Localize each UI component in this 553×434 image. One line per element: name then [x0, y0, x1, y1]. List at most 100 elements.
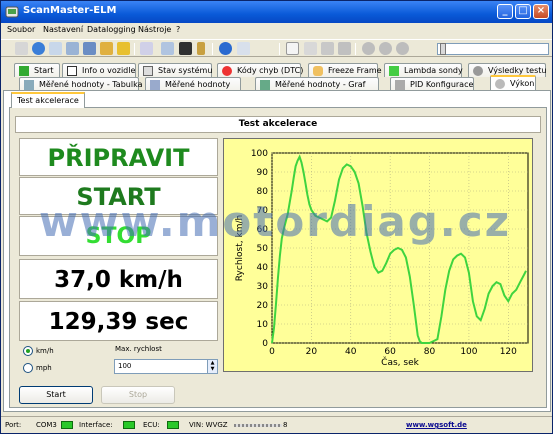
- menu-nastaveni[interactable]: Nastavení: [43, 25, 83, 34]
- speedometer-icon: [495, 79, 505, 89]
- x-tick-label: 80: [424, 347, 436, 357]
- y-tick-label: 100: [251, 149, 268, 159]
- gauge-icon: [150, 80, 160, 90]
- stop-tool-icon[interactable]: [396, 42, 409, 55]
- info-tool-icon[interactable]: [219, 42, 232, 55]
- tab-start[interactable]: Start: [14, 63, 60, 77]
- battery-icon[interactable]: [197, 42, 205, 55]
- y-tick-label: 30: [257, 282, 269, 292]
- section-title: Test akcelerace: [15, 116, 541, 133]
- menu-nastroje[interactable]: Nástroje: [138, 25, 171, 34]
- close-button[interactable]: ×: [533, 4, 549, 19]
- spin-buttons[interactable]: ▲ ▼: [207, 360, 217, 373]
- info-icon: [67, 66, 77, 76]
- vin-redacted: [234, 424, 282, 427]
- toolbar-separator: [134, 43, 135, 55]
- play-icon[interactable]: [362, 42, 375, 55]
- toolbar: [1, 39, 552, 57]
- y-tick-label: 20: [257, 301, 269, 311]
- interface-status-led: [123, 421, 135, 429]
- window-icon[interactable]: [49, 42, 62, 55]
- monitor-icon[interactable]: [179, 42, 192, 55]
- port-status-led: [61, 421, 73, 429]
- y-tick-label: 40: [257, 263, 269, 273]
- ecu-label: ECU:: [143, 421, 160, 429]
- tab-merene-hodnoty-graf[interactable]: Měřené hodnoty - Graf: [255, 77, 379, 91]
- document-tool-icon[interactable]: [237, 42, 250, 55]
- prepare-indicator: PŘIPRAVIT: [19, 138, 218, 176]
- hand-icon: [313, 66, 323, 76]
- chat-icon[interactable]: [161, 42, 174, 55]
- menu-datalogging[interactable]: Datalogging: [87, 25, 136, 34]
- table-icon: [24, 80, 34, 90]
- tab-kody-chyb[interactable]: Kódy chyb (DTC): [217, 63, 304, 77]
- table-tool-icon[interactable]: [83, 42, 96, 55]
- x-tick-label: 120: [500, 347, 517, 357]
- clipboard-icon: [143, 66, 153, 76]
- radio-selected-dot: [26, 349, 30, 353]
- y-tick-label: 90: [257, 168, 269, 178]
- unit-mph-radio[interactable]: [23, 363, 33, 373]
- subtab-test-akcelerace[interactable]: Test akcelerace: [11, 92, 85, 108]
- tab-label: Start: [34, 66, 54, 75]
- x-tick-label: 100: [460, 347, 477, 357]
- menu-help[interactable]: ?: [176, 25, 180, 34]
- ecu-status-led: [167, 421, 179, 429]
- speed-chart: 0 10 20 30 40 50 60 70 80 90 100 0 20 40 60 80 100 120 Čas…: [223, 138, 533, 372]
- website-link[interactable]: www.wgsoft.de: [406, 421, 467, 429]
- stop-button[interactable]: Stop: [101, 386, 175, 404]
- app-window: ScanMaster-ELM _ □ × Soubor Nastavení Da…: [0, 0, 553, 434]
- connect-icon[interactable]: [15, 42, 28, 55]
- tab-label: Měřené hodnoty - Tabulka: [39, 80, 143, 89]
- tab-pid-konfigurace[interactable]: PID Konfigurace: [390, 77, 474, 91]
- max-speed-label: Max. rychlost: [115, 345, 162, 353]
- tab-freeze-frame[interactable]: Freeze Frame: [308, 63, 382, 77]
- window-title: ScanMaster-ELM: [23, 5, 117, 16]
- x-tick-label: 40: [345, 347, 357, 357]
- x-axis-label: Čas, sek: [381, 356, 419, 368]
- tab-vykon[interactable]: Výkon: [490, 75, 536, 91]
- tab-label: Výkon: [510, 79, 535, 88]
- max-speed-value: 100: [118, 362, 132, 370]
- tab-label: Kódy chyb (DTC): [237, 66, 304, 75]
- unit-kmh-label: km/h: [36, 347, 54, 355]
- config-icon: [395, 80, 405, 90]
- max-speed-input[interactable]: 100 ▲ ▼: [114, 359, 218, 374]
- start-button[interactable]: Start: [19, 386, 93, 404]
- money-icon[interactable]: [117, 42, 130, 55]
- interface-label: Interface:: [79, 421, 113, 429]
- toolbar-separator: [212, 43, 213, 55]
- new-file-icon[interactable]: [286, 42, 299, 55]
- watermark-text: www.motordiag.cz: [39, 197, 512, 246]
- minimize-button[interactable]: _: [497, 4, 513, 19]
- playback-slider[interactable]: [437, 43, 549, 55]
- globe-icon[interactable]: [32, 42, 45, 55]
- unit-mph-label: mph: [36, 364, 52, 372]
- tab-label: Stav systému: [158, 66, 213, 75]
- port-value: COM3: [36, 421, 57, 429]
- time-readout: 129,39 sec: [19, 301, 218, 341]
- grid-icon[interactable]: [66, 42, 79, 55]
- record-icon[interactable]: [379, 42, 392, 55]
- sensor-icon: [389, 66, 399, 76]
- tab-label: Výsledky testu: [488, 66, 547, 75]
- menu-soubor[interactable]: Soubor: [7, 25, 35, 34]
- tab-lambda-sondy[interactable]: Lambda sondy: [384, 63, 463, 77]
- clipboard-tool-icon[interactable]: [140, 42, 153, 55]
- unit-kmh-radio[interactable]: [23, 346, 33, 356]
- tab-merene-hodnoty-tabulka[interactable]: Měřené hodnoty - Tabulka: [19, 77, 143, 91]
- tab-merene-hodnoty[interactable]: Měřené hodnoty: [145, 77, 241, 91]
- tab-label: Freeze Frame: [328, 66, 382, 75]
- maximize-button[interactable]: □: [515, 4, 531, 19]
- slider-knob[interactable]: [440, 43, 446, 55]
- print-icon[interactable]: [338, 42, 351, 55]
- tab-stav-systemu[interactable]: Stav systému: [138, 63, 212, 77]
- open-file-icon[interactable]: [304, 42, 317, 55]
- title-bar[interactable]: ScanMaster-ELM _ □ ×: [1, 1, 552, 23]
- chart-tool-icon[interactable]: [100, 42, 113, 55]
- chart-icon: [260, 80, 270, 90]
- port-label: Port:: [5, 421, 22, 429]
- gear-icon: [473, 66, 483, 76]
- save-file-icon[interactable]: [321, 42, 334, 55]
- tab-info-o-vozidle[interactable]: Info o vozidle: [62, 63, 136, 77]
